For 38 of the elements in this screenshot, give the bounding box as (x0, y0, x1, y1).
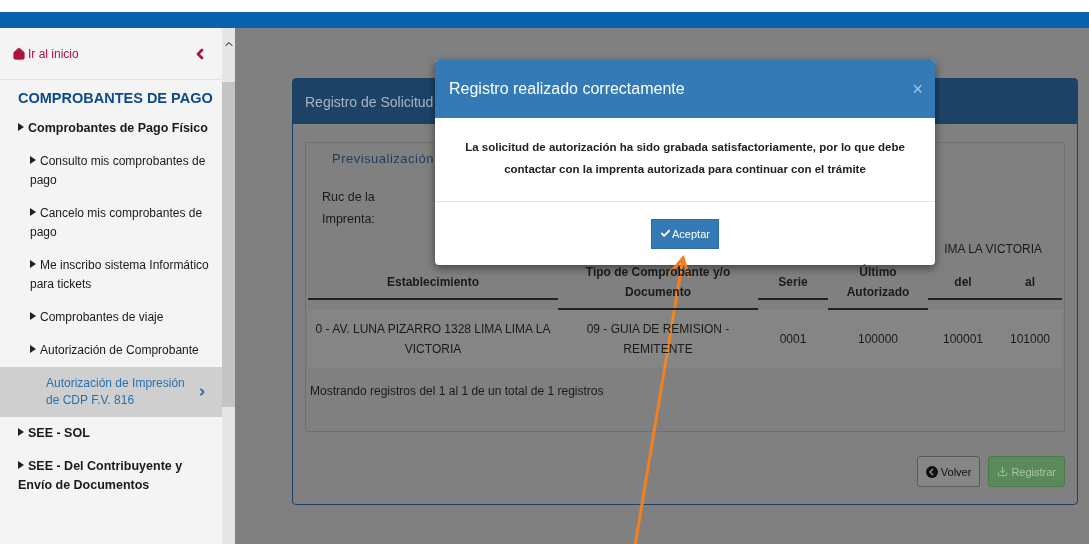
sidebar-item[interactable]: Cancelo mis comprobantes de pago (0, 197, 222, 249)
caret-icon (18, 123, 24, 131)
scrollbar[interactable] (222, 28, 235, 544)
column-header: al (998, 266, 1062, 300)
dialog-message: La solicitud de autorización ha sido grabada satisfactoriamente, por lo que debe contactar con la imprenta autorizada para continuar con el trámite (435, 118, 935, 202)
table-cell: 0001 (758, 310, 828, 368)
sidebar-item[interactable]: Comprobantes de Pago Físico (0, 112, 222, 145)
caret-icon (18, 461, 24, 469)
accept-button[interactable]: Aceptar (651, 218, 719, 249)
field-value: IMA LA VICTORIA (944, 242, 1042, 256)
back-icon (925, 465, 938, 478)
sidebar-item[interactable]: Me inscribo sistema Informático para tickets (0, 249, 222, 301)
table-cell: 101000 (998, 310, 1062, 368)
check-icon (660, 228, 672, 239)
caret-icon (30, 345, 36, 353)
caret-icon (30, 260, 36, 268)
back-button[interactable]: Volver (916, 456, 981, 487)
section-title: COMPROBANTES DE PAGO (17, 89, 214, 108)
column-header: del (928, 266, 998, 300)
caret-icon (30, 208, 36, 216)
caret-icon (18, 428, 24, 436)
home-icon (12, 46, 26, 61)
download-icon (997, 466, 1009, 477)
sidebar-item[interactable]: Comprobantes de viaje (0, 301, 222, 334)
sidebar-item[interactable]: Autorización de Comprobante (0, 334, 222, 367)
home-link[interactable]: Ir al inicio (12, 46, 79, 61)
table-cell: 0 - AV. LUNA PIZARRO 1328 LIMA LIMA LA VICTORIA (308, 310, 558, 368)
field-label: Ruc de la Imprenta: (322, 189, 376, 228)
summary-text: Mostrando registros del 1 al 1 de un total de 1 registros (309, 383, 605, 398)
table-cell: 100000 (828, 310, 928, 368)
sidebar-item[interactable]: Consulto mis comprobantes de pago (0, 145, 222, 197)
sidebar-item[interactable]: Autorización de Impresión de CDP F.V. 816 (0, 367, 222, 417)
caret-icon (30, 312, 36, 320)
caret-icon (30, 156, 36, 164)
sidebar-item[interactable]: SEE - Del Contribuyente y Envío de Documentos (0, 450, 222, 502)
dialog-title: Registro realizado correctamente (449, 80, 685, 98)
sidebar-item[interactable]: SEE - SOL (0, 417, 222, 450)
table-cell: 100001 (928, 310, 998, 368)
